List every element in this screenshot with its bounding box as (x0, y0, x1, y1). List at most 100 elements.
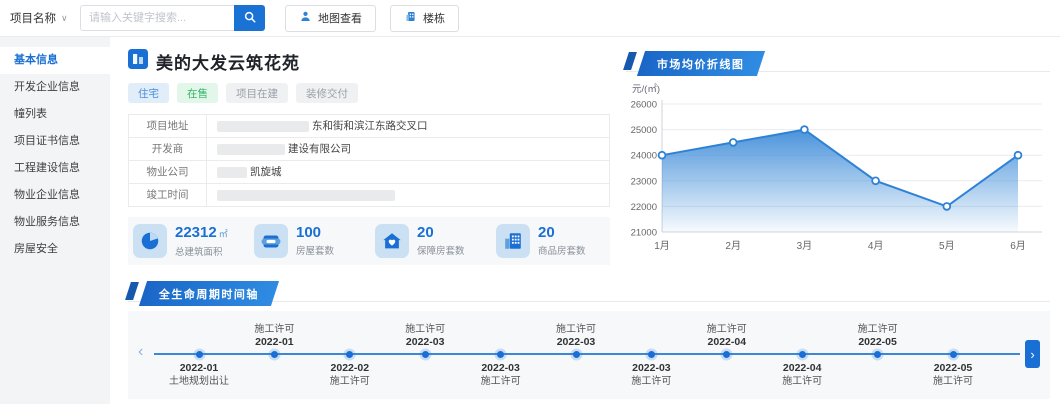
timeline-milestone-dot (497, 350, 505, 358)
info-row: 竣工时间 (129, 183, 609, 206)
house-heart-icon (375, 224, 409, 258)
map-view-button[interactable]: 地图查看 (285, 4, 376, 32)
pie-chart-icon (133, 224, 167, 258)
timeline-milestone-dot (647, 350, 655, 358)
timeline-event: 土地规划出让 (169, 376, 229, 387)
search-input[interactable] (80, 5, 234, 31)
topbar: 项目名称 ∨ 地图查看 楼栋 (0, 0, 1060, 37)
info-value: 凯旋城 (207, 161, 609, 183)
timeline-milestone-label: 施工许可 2022-03 (370, 323, 480, 349)
building-list-button[interactable]: 楼栋 (390, 4, 459, 32)
timeline-prev-arrow[interactable]: ‹ (138, 342, 143, 362)
chevron-down-icon: ∨ (61, 12, 68, 23)
timeline-milestone-dot (798, 350, 806, 358)
timeline-milestone-dot (270, 350, 278, 358)
lifecycle-timeline-section: 全生命周期时间轴 ‹ › 2022-01 土地规划出让 施工许可 2022-01 202… (125, 281, 1050, 399)
timeline-event: 施工许可 (556, 324, 596, 335)
svg-text:24000: 24000 (631, 151, 657, 162)
timeline-date: 2022-03 (556, 336, 596, 348)
tag-row: 住宅 在售 项目在建 装修交付 (128, 83, 610, 103)
svg-text:元/(㎡): 元/(㎡) (632, 84, 660, 95)
timeline-milestone-dot (874, 350, 882, 358)
stat-item: 20 保障房套数 (375, 224, 496, 258)
timeline-event: 施工许可 (480, 376, 521, 387)
svg-text:2月: 2月 (725, 240, 741, 252)
timeline-band: ‹ › 2022-01 土地规划出让 施工许可 2022-01 2022-02 施工许可施… (128, 311, 1050, 399)
stat-label: 保障房套数 (417, 246, 465, 257)
stat-item: 100 房屋套数 (254, 224, 375, 258)
timeline-date: 2022-02 (330, 362, 370, 374)
timeline-next-button[interactable]: › (1025, 340, 1040, 368)
timeline-milestone-label: 施工许可 2022-04 (672, 323, 782, 349)
svg-text:22000: 22000 (631, 202, 657, 213)
sidebar-item[interactable]: 幢列表 (0, 101, 110, 128)
svg-text:21000: 21000 (631, 228, 657, 239)
timeline-milestone-dot (949, 350, 957, 358)
timeline-date: 2022-04 (782, 362, 822, 374)
timeline-event: 施工许可 (857, 324, 898, 335)
svg-text:6月: 6月 (1010, 240, 1026, 252)
timeline-event: 施工许可 (405, 324, 446, 335)
project-tag: 住宅 (128, 83, 169, 103)
timeline-milestone-label: 2022-03 施工许可 (596, 362, 706, 388)
project-info-panel: 美的大发云筑花苑 住宅 在售 项目在建 装修交付 项目地址 东和街和滨江东路交叉口 开发商… (128, 47, 610, 271)
svg-text:23000: 23000 (631, 176, 657, 187)
info-label: 项目地址 (129, 115, 207, 137)
stat-label: 房屋套数 (296, 246, 335, 257)
stat-value: 20 (417, 224, 434, 241)
timeline-milestone-dot (572, 350, 580, 358)
timeline-milestone-label: 施工许可 2022-03 (521, 323, 631, 349)
stat-text: 20 商品房套数 (538, 225, 586, 258)
info-text: 凯旋城 (250, 166, 282, 178)
svg-text:5月: 5月 (939, 240, 955, 252)
stat-label: 总建筑面积 (175, 246, 223, 258)
sidebar: 基本信息 开发企业信息 幢列表 项目证书信息 工程建设信息 物业企业信息 物业服务信息 房屋安… (0, 37, 110, 404)
search-button[interactable] (234, 5, 265, 31)
timeline-title-banner: 全生命周期时间轴 (138, 281, 280, 306)
search-icon (243, 10, 257, 27)
timeline-date: 2022-03 (481, 362, 520, 374)
search-bar (80, 5, 265, 31)
stat-label: 商品房套数 (538, 246, 586, 257)
info-label: 物业公司 (129, 161, 207, 183)
timeline-milestone-label: 2022-03 施工许可 (446, 362, 556, 388)
sidebar-item[interactable]: 物业企业信息 (0, 182, 110, 209)
info-label: 竣工时间 (129, 184, 207, 206)
timeline-date: 2022-05 (933, 362, 973, 374)
timeline-milestone-label: 施工许可 2022-05 (823, 323, 933, 349)
timeline-milestone-dot (195, 350, 203, 358)
timeline-milestone-dot (346, 350, 354, 358)
project-building-icon (128, 49, 148, 74)
sidebar-item[interactable]: 工程建设信息 (0, 155, 110, 182)
timeline-date: 2022-03 (405, 336, 445, 348)
person-map-icon (299, 10, 312, 26)
svg-text:26000: 26000 (631, 100, 657, 111)
main-content: 美的大发云筑花苑 住宅 在售 项目在建 装修交付 项目地址 东和街和滨江东路交叉口 开发商… (110, 37, 1060, 404)
timeline-event: 施工许可 (933, 376, 973, 387)
sidebar-item[interactable]: 物业服务信息 (0, 209, 110, 236)
timeline-milestone-label: 2022-04 施工许可 (747, 362, 857, 388)
timeline-event: 施工许可 (706, 324, 747, 335)
timeline-milestone-label: 2022-02 施工许可 (295, 362, 405, 388)
stat-value: 100 (296, 224, 322, 241)
sidebar-item[interactable]: 项目证书信息 (0, 128, 110, 155)
timeline-date: 2022-01 (179, 362, 219, 374)
info-label: 开发商 (129, 138, 207, 160)
info-text: 东和街和滨江东路交叉口 (312, 120, 428, 132)
stat-text: 22312 ㎡总建筑面积 (175, 224, 228, 258)
info-text: 建设有限公司 (288, 143, 351, 155)
info-row: 开发商 建设有限公司 (129, 137, 609, 160)
info-row: 物业公司 凯旋城 (129, 160, 609, 183)
redacted-text-block (217, 120, 309, 132)
sidebar-item[interactable]: 房屋安全 (0, 236, 110, 263)
sidebar-item[interactable]: 开发企业信息 (0, 74, 110, 101)
price-chart-panel: 市场均价折线图 元/(㎡) 26000 25000 24000 23000 22000 21… (623, 47, 1050, 271)
redacted-text-block (217, 189, 395, 201)
timeline-milestone-label: 2022-01 土地规划出让 (144, 362, 254, 388)
redacted-text-block (217, 166, 247, 178)
redacted-text-block (217, 143, 285, 155)
project-type-select[interactable]: 项目名称 ∨ (10, 10, 76, 26)
sidebar-item[interactable]: 基本信息 (0, 47, 110, 74)
price-line-chart: 元/(㎡) 26000 25000 24000 23000 22000 210001月 2月 3… (631, 84, 1042, 252)
svg-text:25000: 25000 (631, 125, 657, 136)
